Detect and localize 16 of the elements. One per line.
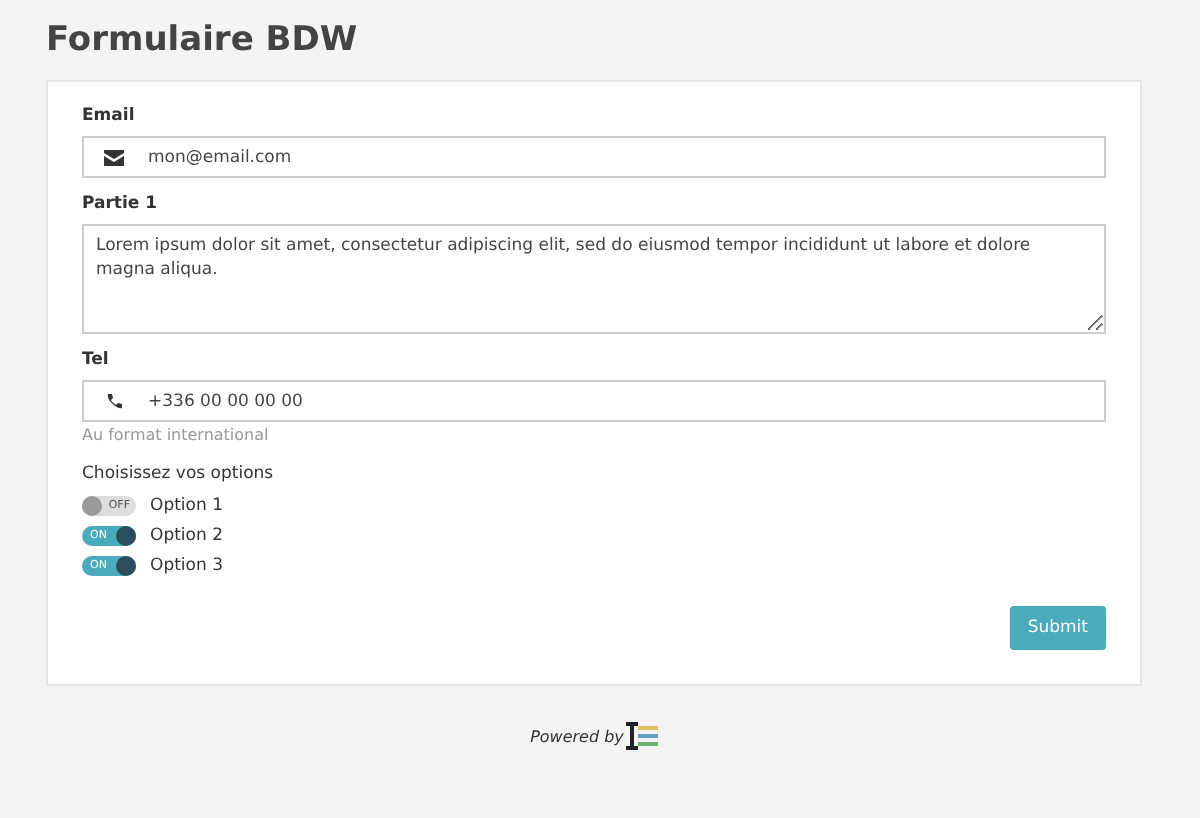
text-area[interactable]: Lorem ipsum dolor sit amet, consectetur adipiscing elit, sed do eiusmod tempor incididunt ut labore et dolore magna aliqua.: [82, 224, 1106, 334]
option-label: Option 2: [150, 525, 223, 545]
help-text: Au format international: [82, 426, 271, 444]
option-label: Option 1: [150, 495, 223, 515]
option-label: Option 3: [150, 555, 223, 575]
phone-icon: [106, 393, 122, 409]
field-label: Email: [82, 106, 137, 126]
field-label: Choisissez vos options: [82, 464, 276, 484]
powered-by-text: Powered by: [530, 727, 624, 745]
page-title: Formulaire BDW: [46, 20, 360, 60]
field-label: Partie 1: [82, 194, 160, 214]
envelope-icon: [104, 149, 124, 165]
field-label: Tel: [82, 350, 111, 370]
phone-field[interactable]: +336 00 00 00 00: [82, 380, 1106, 422]
logo-icon: [625, 722, 658, 750]
email-field[interactable]: mon@email.com: [82, 136, 1106, 178]
